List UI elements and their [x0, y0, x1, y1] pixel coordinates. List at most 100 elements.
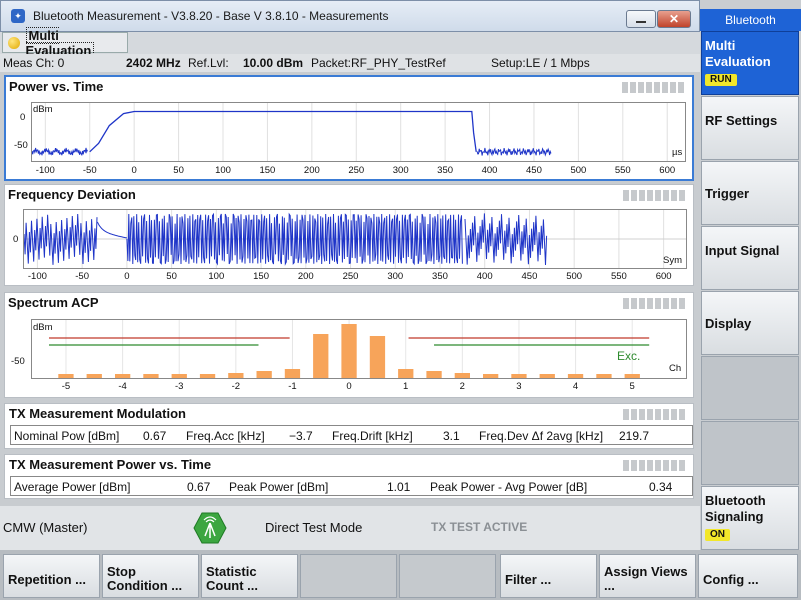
filter-button[interactable]: Filter ...: [500, 554, 597, 598]
acp-bar: [284, 369, 301, 378]
panel-indicator: [623, 409, 687, 420]
result-label: Nominal Pow [dBm]: [14, 429, 120, 443]
stop-condition-button[interactable]: Stop Condition ...: [102, 554, 199, 598]
panel-title: Frequency Deviation: [8, 187, 136, 202]
panel-indicator: [623, 460, 687, 471]
sidebar-item-label: Display: [705, 316, 752, 331]
x-tick: 400: [476, 271, 493, 282]
x-tick: 0: [346, 381, 352, 392]
minimize-button[interactable]: [626, 10, 656, 28]
statistic-count-button[interactable]: Statistic Count ...: [201, 554, 298, 598]
x-tick: -2: [231, 381, 241, 392]
panel-title: Power vs. Time: [9, 79, 104, 94]
sidebar-item-multi-evaluation[interactable]: Multi Evaluation RUN: [701, 31, 799, 95]
acp-bar: [256, 371, 272, 378]
x-tick: -1: [288, 381, 297, 392]
panel-indicator: [622, 82, 686, 93]
x-tick: 5: [629, 381, 635, 392]
result-value: 219.7: [619, 429, 650, 443]
x-tick: 1: [403, 381, 409, 392]
packet-type: Packet:RF_PHY_TestRef: [311, 56, 446, 70]
x-tick: -50: [82, 165, 97, 176]
freq-dev-trace: [126, 212, 463, 266]
sidebar-item-label: RF Settings: [705, 113, 778, 128]
sidebar-item-label: Trigger: [705, 186, 750, 201]
x-tick: 150: [259, 165, 276, 176]
tx-modulation-results: Nominal Pow [dBm] 0.67 Freq.Acc [kHz] −3…: [10, 425, 693, 445]
sidebar-header: Bluetooth: [700, 9, 801, 31]
sidebar-item-empty[interactable]: [701, 356, 799, 420]
result-label: Freq.Acc [kHz]: [186, 429, 265, 443]
acp-bar: [426, 371, 442, 378]
x-tick: 100: [208, 271, 225, 282]
bottom-softkey-bar: Repetition ... Stop Condition ... Statis…: [0, 550, 801, 600]
sidebar-item-label: Multi Evaluation: [705, 38, 771, 69]
status-badge: RUN: [705, 74, 737, 86]
result-value: 1.01: [387, 480, 411, 494]
meas-channel: Meas Ch: 0: [3, 56, 65, 70]
spectrum-acp-panel[interactable]: Spectrum ACP dBm -50 Ch Exc. -5 -4 -3 -2 -1 0…: [4, 292, 694, 398]
y-axis-label: dBm: [33, 322, 53, 333]
config-button[interactable]: Config ...: [698, 554, 798, 598]
acp-bar: [58, 374, 74, 378]
x-tick: 550: [614, 165, 631, 176]
result-label: Peak Power [dBm]: [229, 480, 329, 494]
power-vs-time-panel[interactable]: Power vs. Time dBm 0 -50 µs -100 -50 0 50 10…: [4, 75, 694, 181]
sidebar-item-label: Bluetooth Signaling: [705, 493, 766, 524]
x-tick: 350: [437, 165, 454, 176]
result-value: 0.67: [187, 480, 211, 494]
panel-title: TX Measurement Modulation: [9, 406, 186, 421]
antenna-icon: [193, 512, 227, 544]
acp-bar: [341, 324, 357, 378]
tab-row: Multi Evaluation: [0, 26, 700, 59]
acp-bar: [511, 374, 527, 378]
x-tick: -100: [35, 165, 55, 176]
y-tick: -50: [11, 356, 25, 367]
repetition-button[interactable]: Repetition ...: [3, 554, 100, 598]
sidebar-item-display[interactable]: Display: [701, 291, 799, 355]
sidebar-item-bluetooth-signaling[interactable]: Bluetooth Signaling ON: [701, 486, 799, 550]
result-value: 3.1: [443, 429, 460, 443]
x-tick: 450: [521, 271, 538, 282]
y-tick: 0: [13, 234, 19, 245]
setup: Setup:LE / 1 Mbps: [491, 56, 590, 70]
power-noise-trace: [476, 147, 552, 157]
test-state: TX TEST ACTIVE: [431, 520, 528, 534]
x-tick: 150: [253, 271, 269, 282]
softkey-empty[interactable]: [399, 554, 496, 598]
tx-power-vs-time-panel[interactable]: TX Measurement Power vs. Time Average Po…: [4, 454, 694, 499]
close-button[interactable]: ✕: [657, 10, 691, 28]
x-tick: 500: [570, 165, 587, 176]
power-vs-time-chart: [31, 103, 668, 161]
sidebar-item-empty[interactable]: [701, 421, 799, 485]
panel-indicator: [623, 298, 687, 309]
tab-multi-evaluation[interactable]: Multi Evaluation: [2, 26, 128, 59]
freq-settle-trace: [96, 221, 128, 239]
tx-modulation-panel[interactable]: TX Measurement Modulation Nominal Pow [d…: [4, 403, 694, 449]
x-tick: -4: [118, 381, 127, 392]
x-tick: 250: [342, 271, 359, 282]
acp-bar: [313, 334, 329, 378]
sidebar-item-trigger[interactable]: Trigger: [701, 161, 799, 225]
x-tick: 250: [348, 165, 365, 176]
frequency-deviation-panel[interactable]: Frequency Deviation 0 Sym -100 -50 0 50 100 1…: [4, 184, 694, 286]
x-tick: 200: [303, 165, 320, 176]
acp-bar: [369, 336, 386, 378]
x-tick: 600: [659, 165, 676, 176]
result-label: Freq.Dev Δf 2avg [kHz]: [479, 429, 604, 443]
frequency-deviation-plot: [23, 209, 687, 269]
sidebar-item-rf-settings[interactable]: RF Settings: [701, 96, 799, 160]
softkey-empty[interactable]: [300, 554, 397, 598]
acp-bar: [596, 374, 612, 378]
x-tick: 500: [566, 271, 583, 282]
sidebar-item-input-signal[interactable]: Input Signal: [701, 226, 799, 290]
y-tick: 0: [20, 112, 26, 123]
ref-level-value: 10.00 dBm: [243, 56, 304, 70]
acp-bar: [483, 374, 499, 378]
x-tick: 50: [166, 271, 177, 282]
status-bar: CMW (Master) Direct Test Mode TX TEST AC…: [0, 506, 700, 550]
assign-views-button[interactable]: Assign Views ...: [599, 554, 696, 598]
frequency: 2402 MHz: [126, 56, 181, 70]
ref-level-label: Ref.Lvl:: [188, 56, 229, 70]
power-vs-time-plot: [31, 102, 686, 162]
